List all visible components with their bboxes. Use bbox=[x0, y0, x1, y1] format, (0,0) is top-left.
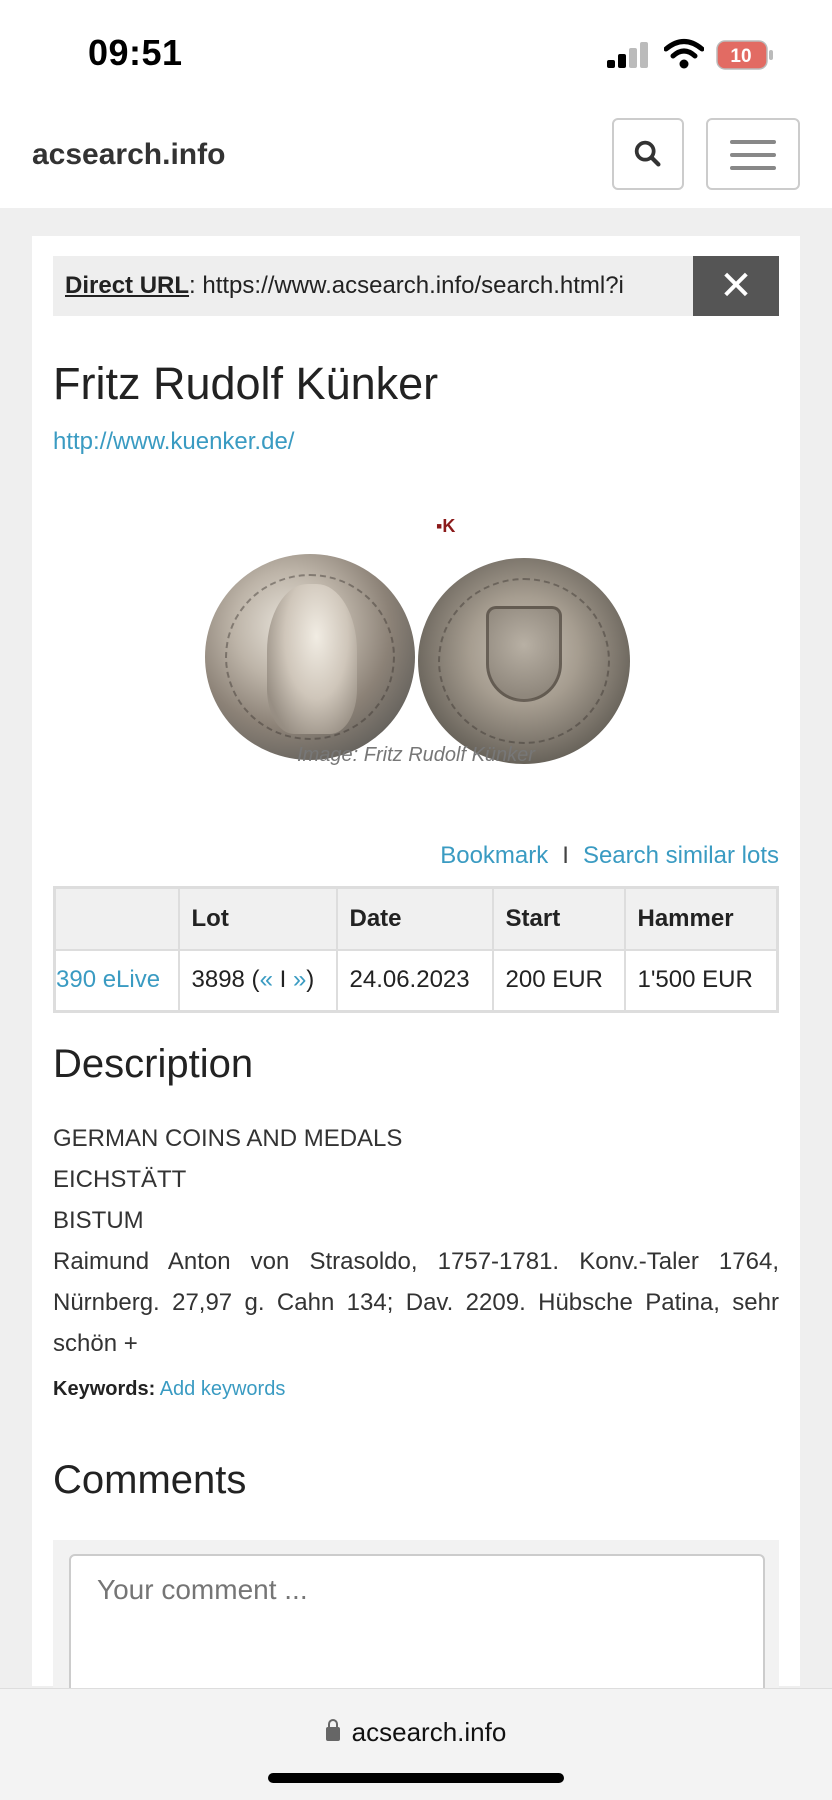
keywords-label: Keywords: bbox=[53, 1378, 156, 1400]
coin-image[interactable]: ▪K bbox=[200, 512, 640, 764]
address-bar-url[interactable]: acsearch.info bbox=[0, 1717, 832, 1748]
site-header: acsearch.info bbox=[0, 104, 832, 208]
col-header-auction bbox=[53, 886, 180, 951]
comment-input[interactable] bbox=[69, 1554, 765, 1704]
bookmark-link[interactable]: Bookmark bbox=[440, 842, 548, 869]
address-bar-text: acsearch.info bbox=[351, 1717, 507, 1747]
comment-form bbox=[53, 1540, 779, 1704]
direct-url-label: Direct URL bbox=[65, 272, 190, 299]
next-lot-link[interactable]: » bbox=[293, 966, 306, 993]
description-text: GERMAN COINS AND MEDALS EICHSTÄTT BISTUM… bbox=[53, 1118, 779, 1364]
add-keywords-link[interactable]: Add keywords bbox=[160, 1378, 286, 1400]
action-separator: I bbox=[562, 842, 569, 869]
search-similar-link[interactable]: Search similar lots bbox=[583, 842, 779, 869]
coin-reverse bbox=[418, 558, 630, 764]
description-line: BISTUM bbox=[53, 1207, 144, 1234]
prev-lot-link[interactable]: « bbox=[260, 966, 273, 993]
date-cell: 24.06.2023 bbox=[335, 948, 494, 1013]
table-header-row: Lot Date Start Hammer bbox=[53, 886, 779, 951]
portrait-relief bbox=[267, 584, 357, 734]
keywords-row: Keywords: Add keywords bbox=[53, 1378, 285, 1401]
lock-icon bbox=[325, 1719, 340, 1741]
search-icon bbox=[634, 140, 661, 167]
battery-icon: 10 bbox=[716, 40, 773, 70]
description-body: Raimund Anton von Strasoldo, 1757-1781. … bbox=[53, 1248, 779, 1357]
lot-table: Lot Date Start Hammer 390 eLive 3898 (« … bbox=[53, 886, 779, 1013]
main-content: Direct URL: https://www.acsearch.info/se… bbox=[32, 236, 800, 1704]
col-header-start: Start bbox=[491, 886, 626, 951]
cellular-signal-icon bbox=[607, 42, 651, 68]
hammer-price-cell: 1'500 EUR bbox=[623, 948, 779, 1013]
site-logo-text[interactable]: acsearch.info bbox=[32, 138, 225, 172]
description-heading: Description bbox=[53, 1042, 254, 1086]
table-row: 390 eLive 3898 (« I ») 24.06.2023 200 EU… bbox=[53, 948, 779, 1013]
auction-link[interactable]: 390 eLive bbox=[53, 948, 180, 1013]
start-price-cell: 200 EUR bbox=[491, 948, 626, 1013]
close-url-button[interactable]: ✕ bbox=[693, 256, 779, 316]
battery-level: 10 bbox=[730, 46, 751, 67]
search-button[interactable] bbox=[612, 118, 684, 190]
col-header-date: Date bbox=[335, 886, 494, 951]
auction-house-link[interactable]: http://www.kuenker.de/ bbox=[53, 428, 294, 456]
image-caption: Image: Fritz Rudolf Künker bbox=[297, 744, 535, 766]
lot-number-cell: 3898 (« I ») bbox=[177, 948, 338, 1013]
auction-house-title: Fritz Rudolf Künker bbox=[53, 358, 439, 409]
direct-url-text[interactable]: Direct URL: https://www.acsearch.info/se… bbox=[65, 272, 665, 300]
lot-actions: Bookmark I Search similar lots bbox=[440, 842, 779, 870]
col-header-lot: Lot bbox=[177, 886, 338, 951]
browser-address-bar: acsearch.info bbox=[0, 1688, 832, 1800]
home-indicator[interactable] bbox=[268, 1773, 564, 1783]
kuenker-logo-mark: ▪K bbox=[436, 516, 456, 536]
coin-obverse bbox=[205, 554, 415, 760]
direct-url-bar: Direct URL: https://www.acsearch.info/se… bbox=[53, 256, 779, 316]
description-line: EICHSTÄTT bbox=[53, 1166, 187, 1193]
direct-url-value: https://www.acsearch.info/search.html?i bbox=[202, 272, 624, 299]
status-time: 09:51 bbox=[88, 32, 183, 73]
menu-button[interactable] bbox=[706, 118, 800, 190]
col-header-hammer: Hammer bbox=[623, 886, 779, 951]
status-bar: 09:51 10 bbox=[0, 0, 832, 104]
wifi-icon bbox=[664, 39, 704, 69]
comments-heading: Comments bbox=[53, 1458, 247, 1502]
coat-of-arms-relief bbox=[486, 606, 562, 702]
description-line: GERMAN COINS AND MEDALS bbox=[53, 1125, 403, 1152]
